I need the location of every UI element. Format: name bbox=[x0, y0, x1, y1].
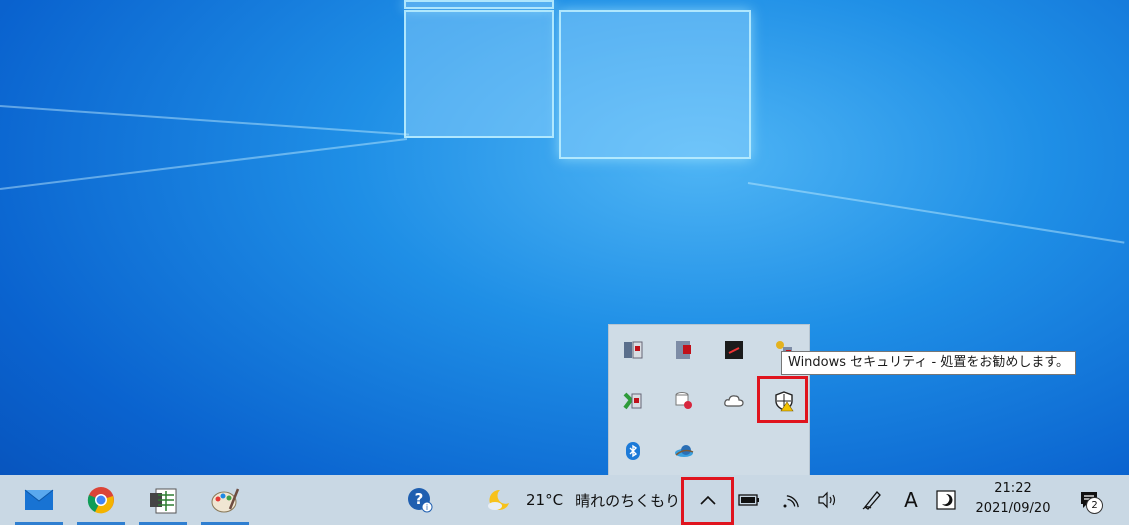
taskbar: ? i 21°C 晴れのちくもり A 21:22 2021/09/20 2 bbox=[0, 475, 1129, 525]
pen-icon bbox=[862, 491, 881, 510]
cloud-icon[interactable] bbox=[719, 386, 749, 416]
security-tooltip: Windows セキュリティ - 処置をお勧めします。 bbox=[781, 351, 1077, 375]
notification-count-badge: 2 bbox=[1086, 497, 1103, 514]
logo-pane-top-left bbox=[404, 10, 554, 138]
pen-workspace-button[interactable] bbox=[857, 475, 887, 525]
book-shield-icon[interactable] bbox=[669, 335, 699, 365]
network-button[interactable] bbox=[775, 475, 803, 525]
light-beam bbox=[0, 105, 410, 136]
ime-options-button[interactable] bbox=[933, 475, 959, 525]
volume-button[interactable] bbox=[813, 475, 841, 525]
mail-app-button[interactable] bbox=[15, 475, 63, 525]
svg-text:i: i bbox=[426, 503, 428, 512]
action-center-button[interactable]: 2 bbox=[1074, 475, 1104, 525]
highlight-security-icon bbox=[757, 376, 808, 423]
database-gear-icon[interactable] bbox=[669, 386, 699, 416]
paint-app-button[interactable] bbox=[201, 475, 249, 525]
help-button[interactable]: ? i bbox=[404, 475, 436, 525]
highlight-chevron bbox=[681, 477, 734, 525]
light-beam bbox=[0, 138, 408, 190]
logo-pane-top-right bbox=[559, 10, 751, 159]
spreadsheet-app-icon bbox=[150, 488, 177, 514]
clock-date: 2021/09/20 bbox=[975, 501, 1051, 516]
chrome-app-icon bbox=[87, 487, 114, 514]
clock[interactable]: 21:22 2021/09/20 bbox=[970, 479, 1056, 519]
moon-cloud-icon bbox=[488, 489, 509, 510]
clock-time: 21:22 bbox=[994, 481, 1032, 496]
network-tool-icon[interactable] bbox=[618, 386, 648, 416]
battery-icon bbox=[738, 494, 759, 506]
battery-button[interactable] bbox=[736, 475, 762, 525]
planet-app-icon[interactable] bbox=[669, 436, 699, 466]
spreadsheet-app-button[interactable] bbox=[139, 475, 187, 525]
wifi-icon bbox=[783, 495, 799, 508]
black-device-icon[interactable] bbox=[719, 335, 749, 365]
server-monitor-icon[interactable] bbox=[618, 335, 648, 365]
weather-temperature: 21°C bbox=[526, 491, 564, 509]
paint-app-icon bbox=[211, 488, 240, 513]
ime-options-icon bbox=[936, 490, 956, 510]
weather-widget[interactable]: 21°C 晴れのちくもり bbox=[486, 475, 681, 525]
ime-mode-indicator[interactable]: A bbox=[898, 475, 924, 525]
chrome-app-button[interactable] bbox=[77, 475, 125, 525]
speaker-icon bbox=[818, 491, 836, 509]
light-beam bbox=[747, 182, 1125, 244]
bluetooth-icon[interactable] bbox=[618, 436, 648, 466]
mail-app-icon bbox=[24, 489, 54, 510]
help-icon: ? i bbox=[408, 488, 433, 513]
logo-pane-bottom-left bbox=[404, 0, 554, 9]
weather-condition: 晴れのちくもり bbox=[575, 491, 681, 510]
